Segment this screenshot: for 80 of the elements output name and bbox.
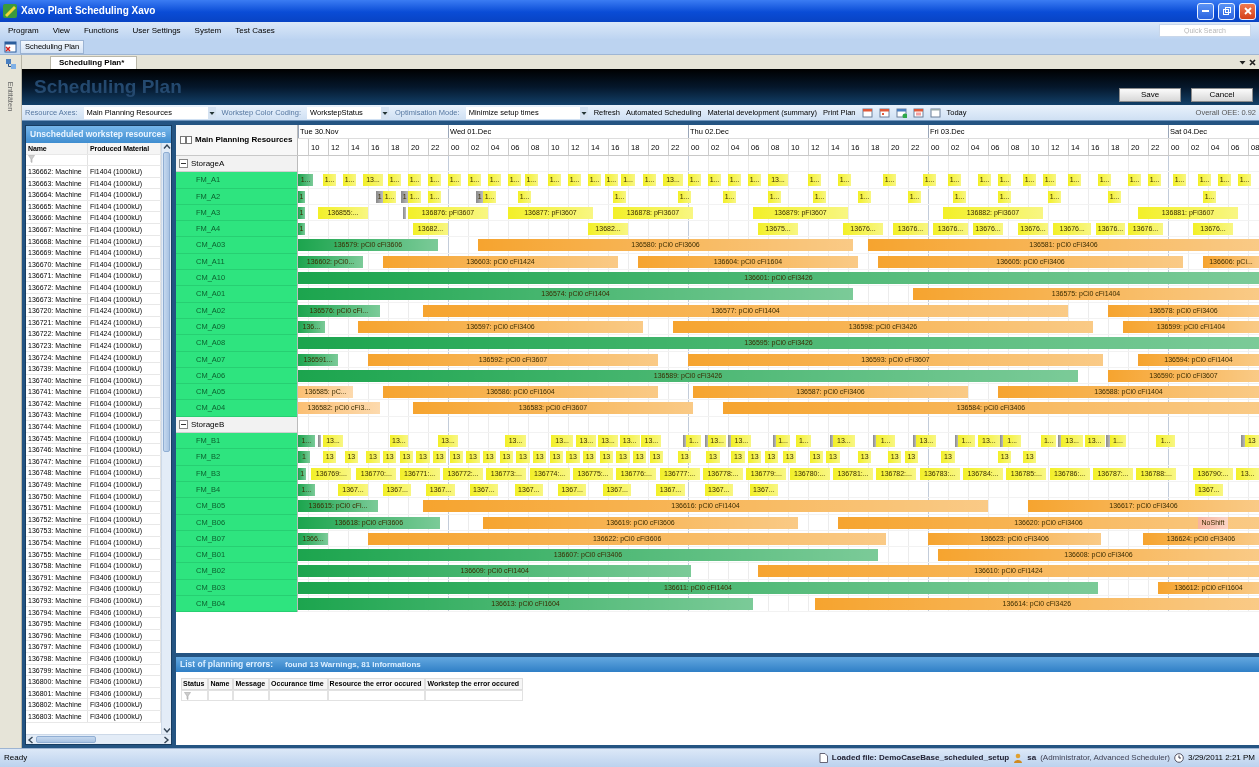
user-name: sa bbox=[1027, 753, 1037, 763]
scroll-left-icon[interactable] bbox=[27, 735, 34, 744]
task-bar[interactable] bbox=[873, 435, 877, 448]
task-bar[interactable] bbox=[773, 435, 777, 448]
filter-icon bbox=[28, 155, 35, 163]
task-bar[interactable] bbox=[318, 435, 322, 448]
task-bar[interactable] bbox=[913, 435, 917, 448]
scroll-down-icon[interactable] bbox=[162, 727, 171, 734]
file-icon bbox=[818, 753, 828, 763]
columns-icon[interactable] bbox=[180, 136, 192, 144]
menu-item[interactable]: View bbox=[52, 25, 70, 36]
error-summary: found 13 Warnings, 81 Informations bbox=[285, 659, 421, 670]
filter-cell[interactable] bbox=[327, 690, 426, 702]
header-button[interactable]: Save bbox=[1119, 88, 1181, 102]
page-title: Scheduling Plan bbox=[34, 75, 182, 99]
menu-item[interactable]: Program bbox=[8, 25, 39, 36]
menu-item[interactable]: System bbox=[194, 25, 222, 36]
document-tab[interactable]: Scheduling Plan* bbox=[50, 56, 138, 69]
filter-cell[interactable] bbox=[269, 690, 328, 702]
menu-item[interactable]: Functions bbox=[83, 25, 119, 36]
scrollbar-thumb[interactable] bbox=[163, 152, 170, 452]
clock-icon bbox=[1174, 753, 1184, 763]
user-icon bbox=[1013, 753, 1024, 763]
filter-icon bbox=[184, 691, 191, 700]
restore-icon bbox=[1221, 6, 1232, 16]
restore-button[interactable] bbox=[1218, 2, 1235, 20]
document-window-icon[interactable] bbox=[4, 40, 17, 53]
header-button[interactable]: Cancel bbox=[1191, 88, 1253, 102]
collapse-icon[interactable] bbox=[179, 159, 188, 169]
dropdown-arrow-icon[interactable] bbox=[1239, 58, 1246, 66]
group-label: StorageB bbox=[191, 419, 225, 430]
task-bar[interactable] bbox=[954, 435, 958, 448]
date-time: 3/29/2011 2:21 PM bbox=[1188, 753, 1255, 763]
close-button[interactable] bbox=[1239, 2, 1256, 20]
task-bar[interactable] bbox=[728, 435, 732, 448]
task-bar[interactable] bbox=[829, 435, 833, 448]
calendar-icon bbox=[861, 107, 873, 118]
task-bar[interactable] bbox=[683, 435, 687, 448]
status-text: Ready bbox=[4, 753, 28, 763]
task-bar[interactable] bbox=[1106, 435, 1110, 448]
scroll-up-icon[interactable] bbox=[162, 143, 171, 150]
task-bar[interactable] bbox=[999, 435, 1003, 448]
panel-title: Unscheduled workstep resources bbox=[26, 126, 171, 143]
loaded-file-text: Loaded file: DemoCaseBase_scheduled_setup bbox=[831, 753, 1010, 763]
group-label: StorageA bbox=[191, 158, 225, 169]
window-title: Xavo Plant Scheduling Xavo bbox=[21, 5, 156, 17]
calendar-icon bbox=[878, 107, 890, 118]
close-icon[interactable] bbox=[1249, 58, 1256, 66]
menu-item[interactable]: Test Cases bbox=[235, 25, 275, 36]
calendar-button[interactable] bbox=[929, 107, 941, 118]
filter-cell[interactable] bbox=[208, 690, 234, 702]
minimize-button[interactable] bbox=[1197, 2, 1214, 20]
calendar-icon bbox=[912, 107, 924, 118]
calendar-button[interactable] bbox=[878, 107, 890, 118]
app-logo-icon bbox=[3, 4, 17, 18]
user-role: (Administrator, Advanced Scheduler) bbox=[1040, 753, 1170, 763]
blank-calendar-icon bbox=[929, 107, 941, 118]
column-header: Main Planning Resources bbox=[195, 135, 293, 145]
filter-cell[interactable] bbox=[26, 155, 88, 165]
task-bar[interactable] bbox=[704, 435, 708, 448]
task-bar[interactable] bbox=[403, 206, 407, 219]
filter-cell[interactable] bbox=[181, 690, 209, 702]
calendar-button[interactable] bbox=[861, 107, 873, 118]
collapse-icon[interactable] bbox=[179, 419, 188, 429]
menu-item[interactable]: User Settings bbox=[132, 25, 181, 36]
close-icon bbox=[1242, 6, 1253, 16]
task-bar[interactable] bbox=[1058, 435, 1062, 448]
calendar-button[interactable] bbox=[912, 107, 924, 118]
calendar-button[interactable] bbox=[895, 107, 907, 118]
scrollbar-thumb[interactable] bbox=[36, 736, 96, 743]
panel-title: List of planning errors: bbox=[180, 659, 274, 670]
minimize-icon bbox=[1202, 10, 1209, 12]
filter-cell[interactable] bbox=[425, 690, 524, 702]
scroll-right-icon[interactable] bbox=[163, 735, 170, 744]
horizontal-scrollbar[interactable] bbox=[26, 734, 171, 744]
filter-cell[interactable] bbox=[233, 690, 270, 702]
vertical-scrollbar[interactable] bbox=[161, 143, 171, 734]
entities-icon bbox=[4, 58, 17, 70]
task-bar[interactable] bbox=[1241, 435, 1245, 448]
calendar-add-icon bbox=[895, 107, 907, 118]
